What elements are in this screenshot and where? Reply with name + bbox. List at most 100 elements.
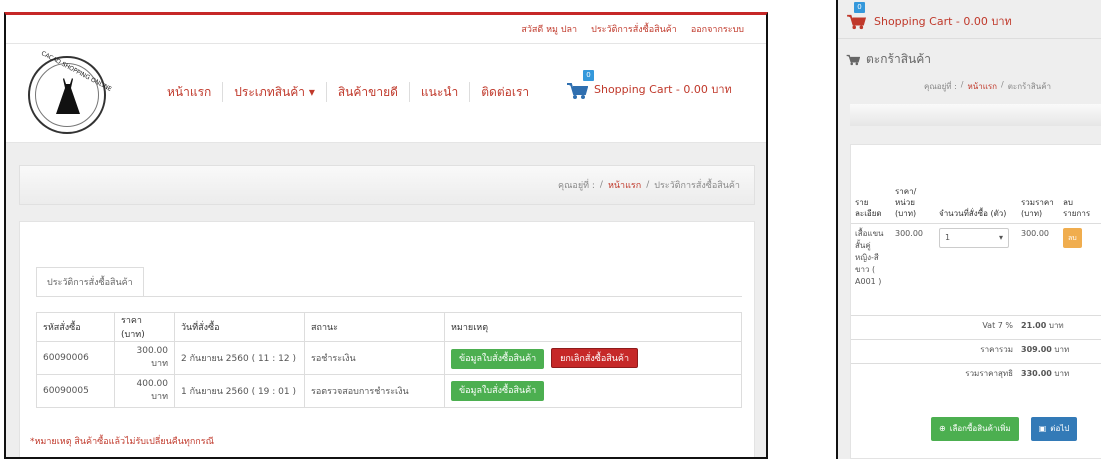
col-total: รวมราคา (บาท) [1017,161,1059,224]
table-header-row: รายละเอียด ราคา/หน่วย (บาท) จำนวนที่สั่ง… [851,161,1101,224]
vat-label: Vat 7 % [851,314,1017,339]
breadcrumb-prefix: คุณอยู่ที่ : [558,181,595,191]
page-title-text: ตะกร้าสินค้า [866,52,931,66]
item-price: 300.00 [891,222,935,315]
subtotal-value-cell: 309.00 บาท [1017,338,1101,363]
site-logo[interactable]: CACAO SHOPPING ONLINE [28,50,113,134]
chevron-down-icon: ▾ [998,232,1003,242]
top-bar: สวัสดี หมู ปลา ประวัติการสั่งซื้อสินค้า … [6,15,766,43]
grand-total-value: 330.00 [1021,368,1052,378]
order-history-window: สวัสดี หมู ปลา ประวัติการสั่งซื้อสินค้า … [4,12,768,459]
vat-value-cell: 21.00 บาท [1017,314,1101,339]
cart-icon: 0 [566,70,594,100]
plus-circle-icon: ⊕ [939,424,946,433]
cart-label: Shopping Cart - 0.00 บาท [874,15,1012,28]
breadcrumb-sep: / [646,180,650,190]
subtotal-row: ราคารวม 309.00 บาท [851,338,1101,363]
grand-total-label: รวมราคาสุทธิ [851,362,1017,387]
orders-table: รหัสสั่งซื้อ ราคา (บาท) วันที่สั่งซื้อ ส… [36,312,742,408]
cart-label: Shopping Cart - 0.00 บาท [594,83,732,96]
breadcrumb-current: ประวัติการสั่งซื้อสินค้า [654,181,740,191]
cart-count-badge: 0 [854,2,865,13]
order-detail-button[interactable]: ข้อมูลใบสั่งซื้อสินค้า [451,381,545,401]
nav-categories[interactable]: ประเภทสินค้า ▾ [223,83,326,102]
continue-shopping-button[interactable]: ⊕ เลือกซื้อสินค้าเพิ่ม [931,417,1019,441]
subtotal-label: ราคารวม [851,338,1017,363]
order-id: 60090005 [36,374,115,408]
nav-bestsellers[interactable]: สินค้าขายดี [327,83,409,102]
shopping-cart-link[interactable]: 0 Shopping Cart - 0.00 บาท [846,2,1012,32]
item-total: 300.00 [1017,222,1059,315]
tab-order-history[interactable]: ประวัติการสั่งซื้อสินค้า [36,267,144,297]
breadcrumb-sep: / [1001,80,1004,89]
next-label: ต่อไป [1050,424,1070,433]
return-policy-note: *หมายเหตุ สินค้าซื้อแล้วไม่รับเปลี่ยนคืน… [30,437,214,447]
order-id: 60090006 [36,341,115,375]
col-status: สถานะ [304,312,445,342]
col-date: วันที่สั่งซื้อ [174,312,305,342]
logout-link[interactable]: ออกจากระบบ [691,22,744,36]
next-button[interactable]: ▣ ต่อไป [1030,417,1078,441]
currency: บาท [1054,368,1070,378]
cart-count-badge: 0 [583,70,594,81]
order-history-panel: ประวัติการสั่งซื้อสินค้า รหัสสั่งซื้อ รา… [19,221,755,457]
continue-shopping-label: เลือกซื้อสินค้าเพิ่ม [949,424,1011,433]
cancel-order-button[interactable]: ยกเลิกสั่งซื้อสินค้า [551,347,638,368]
order-price: 300.00 บาท [114,341,175,375]
basket-icon [846,54,860,65]
nav-home[interactable]: หน้าแรก [156,83,222,102]
history-link[interactable]: ประวัติการสั่งซื้อสินค้า [591,22,677,36]
table-row: 60090005 400.00 บาท 1 กันยายน 2560 ( 19 … [36,374,742,408]
cart-icon: 0 [846,2,870,32]
save-icon: ▣ [1038,424,1047,433]
cart-table: รายละเอียด ราคา/หน่วย (บาท) จำนวนที่สั่ง… [851,161,1101,387]
currency: บาท [1054,344,1070,354]
order-price: 400.00 บาท [114,374,175,408]
breadcrumb-home[interactable]: หน้าแรก [608,178,641,192]
order-date: 2 กันยายน 2560 ( 11 : 12 ) [174,341,305,375]
table-row: เสื้อแขนสั้นคู่หญิง-สีขาว ( A001 ) 300.0… [851,222,1101,315]
col-delete: ลบรายการ [1059,161,1101,224]
order-date: 1 กันยายน 2560 ( 19 : 01 ) [174,374,305,408]
breadcrumb-sep: / [599,180,603,190]
order-status: รอชำระเงิน [304,341,445,375]
shopping-cart-link[interactable]: 0 Shopping Cart - 0.00 บาท [566,70,732,100]
breadcrumb: คุณอยู่ที่ : / หน้าแรก / ตะกร้าสินค้า [924,80,1051,93]
cart-actions: ⊕ เลือกซื้อสินค้าเพิ่ม ▣ ต่อไป [931,417,1078,441]
vat-value: 21.00 [1021,320,1047,330]
col-price: ราคา (บาท) [114,312,175,342]
item-name: เสื้อแขนสั้นคู่หญิง-สีขาว ( A001 ) [851,222,891,315]
subtotal-value: 309.00 [1021,344,1052,354]
breadcrumb-sep: / [960,80,964,89]
quantity-select[interactable]: 1 ▾ [939,227,1009,248]
order-detail-button[interactable]: ข้อมูลใบสั่งซื้อสินค้า [451,348,545,369]
breadcrumb-current: ตะกร้าสินค้า [1007,82,1052,91]
order-status: รอตรวจสอบการชำระเงิน [304,374,445,408]
main-nav: หน้าแรก ประเภทสินค้า ▾ สินค้าขายดี แนะนำ… [156,82,540,102]
order-actions: ข้อมูลใบสั่งซื้อสินค้า [444,374,742,408]
cart-panel: รายละเอียด ราคา/หน่วย (บาท) จำนวนที่สั่ง… [850,144,1101,459]
currency: บาท [1048,320,1064,330]
shopping-cart-window: 0 Shopping Cart - 0.00 บาท ตะกร้าสินค้า … [836,0,1101,459]
col-note: หมายเหตุ [444,312,742,342]
greeting-link[interactable]: สวัสดี หมู ปลา [521,22,577,36]
item-quantity-cell: 1 ▾ [935,222,1017,315]
col-detail: รายละเอียด [851,161,891,224]
grand-total-row: รวมราคาสุทธิ 330.00 บาท [851,362,1101,387]
order-actions: ข้อมูลใบสั่งซื้อสินค้า ยกเลิกสั่งซื้อสิน… [444,341,742,375]
table-header-row: รหัสสั่งซื้อ ราคา (บาท) วันที่สั่งซื้อ ส… [36,312,742,342]
breadcrumb-prefix: คุณอยู่ที่ : [924,82,957,91]
breadcrumb-home[interactable]: หน้าแรก [967,80,997,93]
delete-item-button[interactable]: ลบ [1063,227,1082,248]
breadcrumb: คุณอยู่ที่ : / หน้าแรก / ประวัติการสั่งซ… [19,165,755,205]
item-delete-cell: ลบ [1059,222,1101,315]
page-title: ตะกร้าสินค้า [846,50,931,69]
table-row: 60090006 300.00 บาท 2 กันยายน 2560 ( 11 … [36,341,742,375]
quantity-value: 1 [945,232,951,242]
dress-icon [56,78,80,114]
site-header: CACAO SHOPPING ONLINE หน้าแรก ประเภทสินค… [6,43,766,143]
nav-recommended[interactable]: แนะนำ [410,83,469,102]
nav-contact[interactable]: ติดต่อเรา [470,83,540,102]
col-order-id: รหัสสั่งซื้อ [36,312,115,342]
grand-total-value-cell: 330.00 บาท [1017,362,1101,387]
